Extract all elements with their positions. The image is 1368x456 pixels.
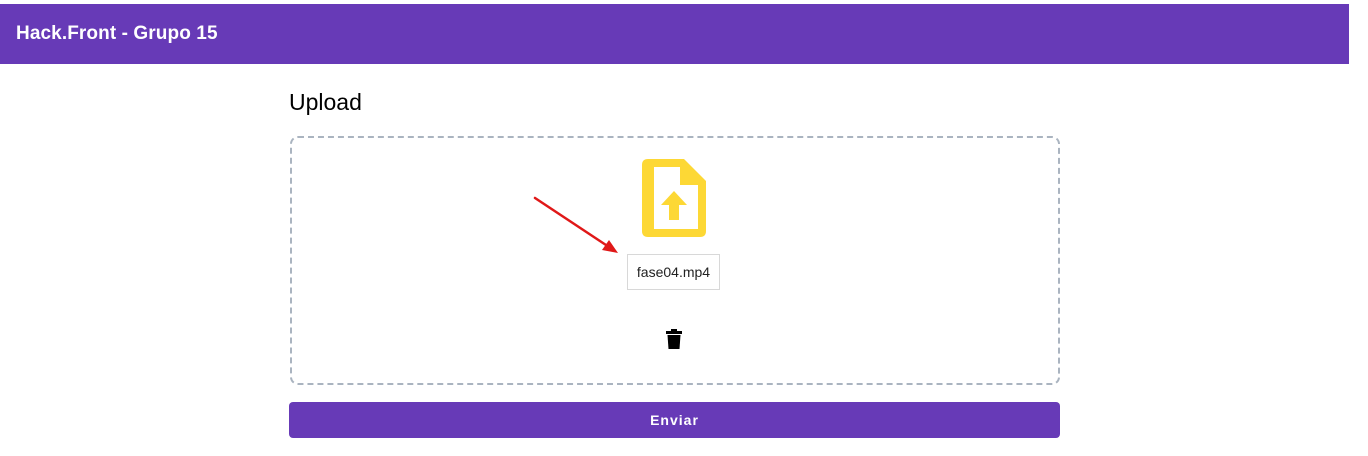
app-bar: Hack.Front - Grupo 15 (0, 4, 1349, 64)
app-title: Hack.Front - Grupo 15 (16, 23, 218, 44)
submit-button[interactable]: Enviar (289, 402, 1060, 438)
trash-icon[interactable] (663, 328, 685, 350)
window-scrollbar[interactable] (1349, 0, 1368, 456)
page-title: Upload (289, 89, 362, 115)
file-upload-icon (642, 159, 706, 237)
file-name-label: fase04.mp4 (627, 254, 720, 290)
